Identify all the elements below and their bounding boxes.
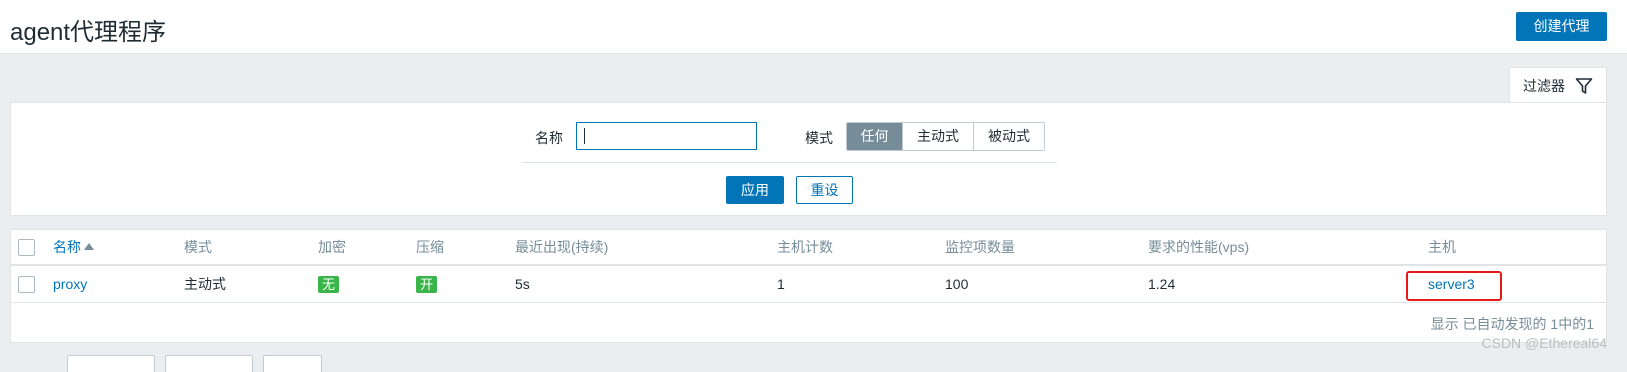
sort-ascending-icon	[84, 243, 94, 250]
required-performance-cell: 1.24	[1148, 276, 1176, 292]
column-header-compression: 压缩	[416, 239, 444, 255]
row-checkbox[interactable]	[18, 275, 35, 293]
host-count-cell: 1	[777, 276, 785, 292]
watermark: CSDN @Ethereal64	[1481, 335, 1608, 351]
encryption-cell: 无	[318, 266, 340, 302]
item-count-cell: 100	[945, 276, 969, 292]
column-header-name[interactable]: 名称	[53, 230, 94, 264]
column-header-name-label: 名称	[53, 239, 81, 255]
filter-panel: 名称 模式 任何 主动式 被动式 应用 重设	[10, 102, 1607, 216]
table-row: proxy 主动式 无 开 5s 1 100 1.24 server3	[11, 266, 1606, 303]
mass-action-button-1[interactable]	[67, 355, 155, 372]
proxy-table: 名称 模式 加密 压缩 最近出现(持续) 主机计数 监控项数量 要求的性能(vp…	[10, 229, 1607, 343]
compression-cell: 开	[416, 266, 438, 302]
table-header: 名称 模式 加密 压缩 最近出现(持续) 主机计数 监控项数量 要求的性能(vp…	[11, 230, 1606, 266]
create-proxy-button[interactable]: 创建代理	[1516, 12, 1607, 41]
column-header-mode: 模式	[184, 239, 212, 255]
column-header-hosts: 主机	[1428, 239, 1456, 255]
compression-badge: 开	[416, 275, 438, 293]
mode-option-active[interactable]: 主动式	[903, 123, 974, 150]
row-select-cell	[18, 266, 35, 302]
column-header-last-seen: 最近出现(持续)	[515, 239, 609, 255]
reset-button[interactable]: 重设	[796, 176, 853, 204]
mass-action-button-3[interactable]	[263, 355, 322, 372]
encryption-badge: 无	[318, 275, 340, 293]
proxy-mode-cell: 主动式	[184, 276, 226, 292]
funnel-icon	[1575, 77, 1593, 95]
filter-tab-label: 过滤器	[1523, 77, 1565, 94]
page-title: agent代理程序	[10, 19, 167, 46]
filter-tab[interactable]: 过滤器	[1509, 67, 1607, 103]
mass-action-button-2[interactable]	[165, 355, 253, 372]
mode-option-any[interactable]: 任何	[847, 123, 903, 150]
last-seen-cell: 5s	[515, 276, 530, 292]
select-all-checkbox[interactable]	[18, 238, 35, 256]
name-filter-label: 名称	[535, 130, 563, 146]
text-cursor	[584, 128, 585, 144]
column-header-item-count: 监控项数量	[945, 239, 1015, 255]
proxy-name-link[interactable]: proxy	[53, 276, 87, 292]
proxy-name-cell: proxy	[53, 266, 87, 302]
column-header-required-performance: 要求的性能(vps)	[1148, 239, 1250, 255]
select-all-cell	[18, 230, 35, 264]
table-stats: 显示 已自动发现的 1中的1	[1430, 316, 1594, 332]
mode-filter-label: 模式	[805, 130, 833, 146]
mode-segmented-control: 任何 主动式 被动式	[846, 122, 1045, 151]
page-header: agent代理程序 创建代理	[0, 0, 1627, 54]
host-link[interactable]: server3	[1428, 276, 1475, 292]
apply-button[interactable]: 应用	[726, 176, 784, 204]
column-header-host-count: 主机计数	[777, 239, 833, 255]
mode-option-passive[interactable]: 被动式	[974, 123, 1044, 150]
name-filter-input[interactable]	[576, 122, 757, 150]
filter-divider	[522, 162, 1057, 163]
hosts-cell: server3	[1428, 266, 1475, 302]
column-header-encryption: 加密	[318, 239, 346, 255]
